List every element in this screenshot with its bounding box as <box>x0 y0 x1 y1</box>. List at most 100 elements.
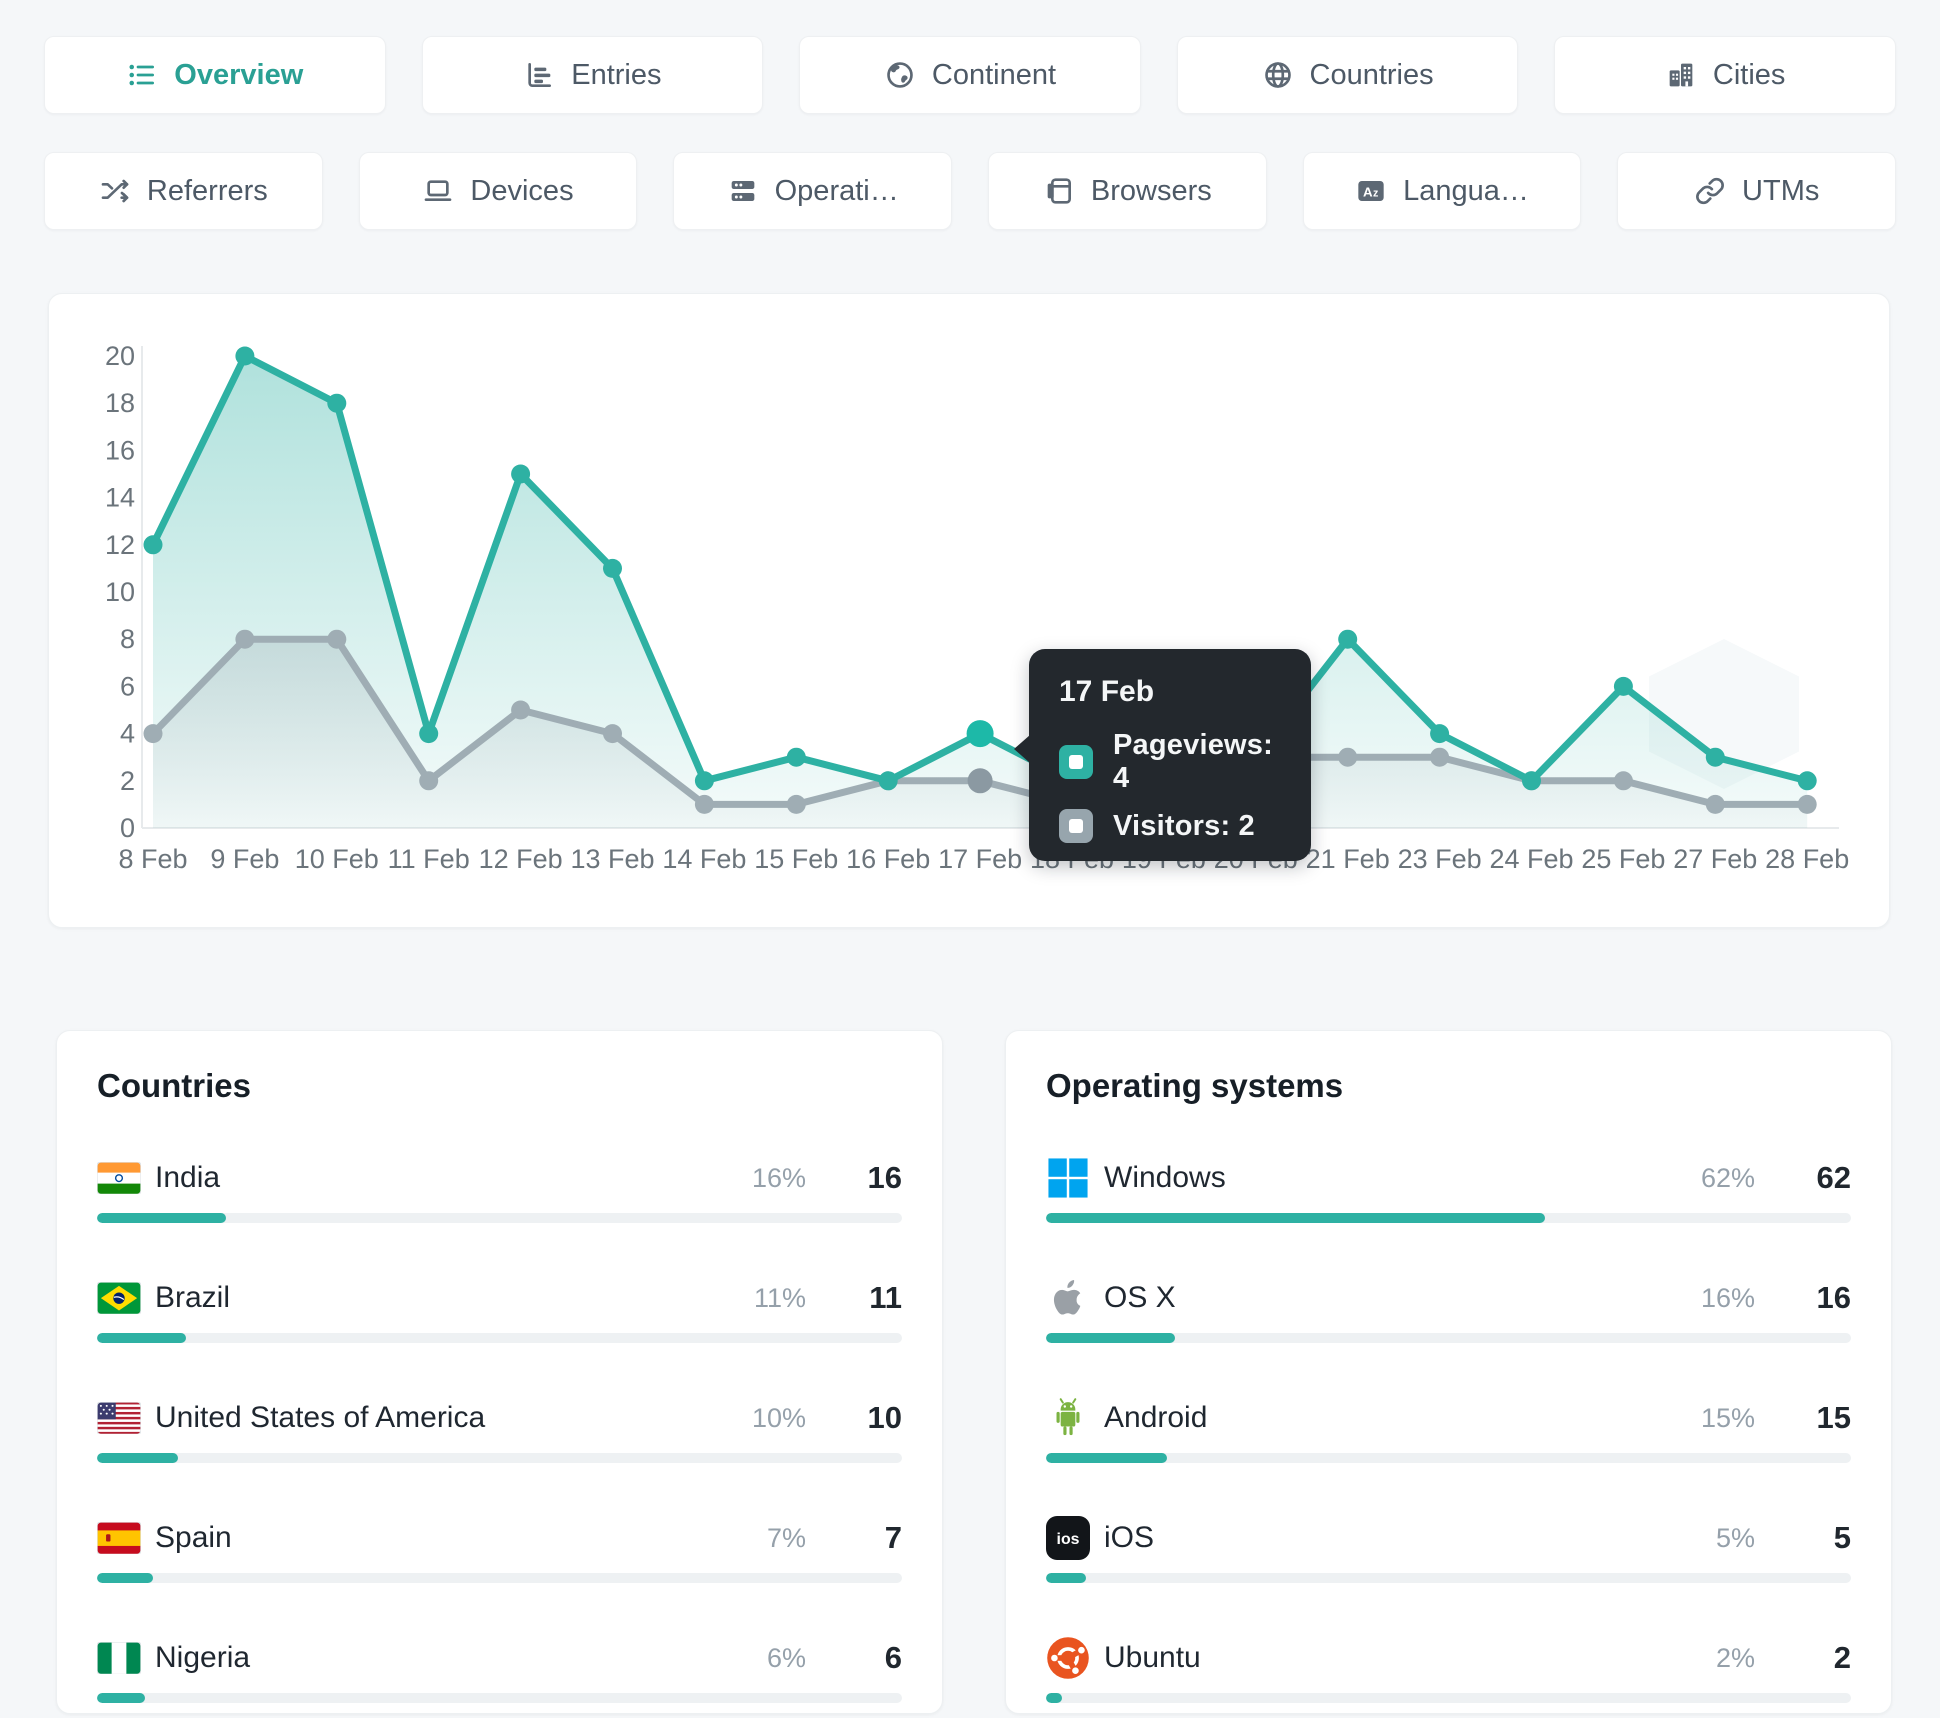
ubuntu-logo-icon <box>1046 1637 1090 1679</box>
row-value: 16 <box>867 1160 902 1195</box>
pageviews-point[interactable] <box>966 720 994 748</box>
apple-logo-icon <box>1046 1280 1090 1316</box>
tooltip-row: Pageviews: 4 <box>1059 729 1281 795</box>
tab-operati[interactable]: Operati… <box>673 152 953 230</box>
visitors-point[interactable] <box>511 700 531 720</box>
chart-tooltip: 17 Feb Pageviews: 4 Visitors: 2 <box>1014 649 1311 861</box>
row-value: 5 <box>1833 1520 1851 1555</box>
row-percent: 16% <box>1700 1282 1755 1313</box>
tooltip-row-label: Visitors: 2 <box>1113 809 1255 842</box>
pageviews-point[interactable] <box>786 747 806 767</box>
stat-row-os-x[interactable]: OS X 16% 16 <box>1046 1275 1851 1343</box>
shuffle-icon <box>99 175 131 207</box>
pageviews-point[interactable] <box>143 535 163 555</box>
svg-text:A: A <box>1363 184 1373 199</box>
stat-row-india[interactable]: India 16% 16 <box>97 1155 902 1223</box>
translate-icon: Az <box>1355 175 1387 207</box>
laptop-icon <box>422 175 454 207</box>
tab-label: Entries <box>571 58 662 91</box>
stat-row-android[interactable]: Android 15% 15 <box>1046 1395 1851 1463</box>
y-axis-tick: 18 <box>105 388 135 418</box>
visitors-point[interactable] <box>235 629 255 649</box>
visitors-point[interactable] <box>143 724 163 744</box>
tab-browsers[interactable]: Browsers <box>988 152 1267 230</box>
pageviews-point[interactable] <box>1430 724 1450 744</box>
visitors-point[interactable] <box>1430 747 1450 767</box>
tab-label: Browsers <box>1090 174 1212 207</box>
stat-row-nigeria[interactable]: Nigeria 6% 6 <box>97 1635 902 1703</box>
pageviews-point[interactable] <box>327 393 347 413</box>
progress-fill <box>1046 1213 1546 1223</box>
globe-land-icon <box>884 59 916 91</box>
x-axis-label: 28 Feb <box>1765 844 1849 874</box>
pageviews-point[interactable] <box>1338 629 1358 649</box>
tab-referrers[interactable]: Referrers <box>44 152 323 230</box>
row-percent: 6% <box>766 1642 806 1673</box>
visitors-point[interactable] <box>603 724 622 744</box>
tab-continent[interactable]: Continent <box>799 36 1141 114</box>
traffic-chart-card: 0 2 4 6 8 10 12 14 16 18 20 8 Feb 9 Feb 10 Feb 11 Feb 1… <box>48 293 1890 928</box>
tab-cities[interactable]: Cities <box>1554 36 1896 114</box>
y-axis-tick: 14 <box>105 483 135 513</box>
progress-track <box>1046 1213 1851 1223</box>
windows-logo-icon <box>1046 1158 1090 1198</box>
tab-countries[interactable]: Countries <box>1176 36 1519 114</box>
tab-label: Langua… <box>1403 174 1529 207</box>
row-value: 6 <box>884 1640 902 1675</box>
tab-devices[interactable]: Devices <box>358 152 638 230</box>
svg-text:z: z <box>1373 188 1378 200</box>
stat-row-ubuntu[interactable]: Ubuntu 2% 2 <box>1046 1635 1851 1703</box>
visitors-point[interactable] <box>1338 747 1358 767</box>
tab-langua[interactable]: Az Langua… <box>1302 152 1582 230</box>
progress-track <box>97 1573 902 1583</box>
x-axis-label: 13 Feb <box>570 844 654 874</box>
bar-chart-icon <box>523 59 555 91</box>
visitors-point[interactable] <box>1797 794 1817 814</box>
pageviews-point[interactable] <box>419 724 439 744</box>
row-value: 16 <box>1816 1280 1851 1315</box>
flag-nigeria-icon <box>97 1640 141 1676</box>
row-name: OS X <box>1104 1281 1176 1314</box>
browser-window-icon <box>1043 175 1075 207</box>
tab-utms[interactable]: UTMs <box>1617 152 1897 230</box>
stat-row-ios[interactable]: ios iOS 5% 5 <box>1046 1515 1851 1583</box>
row-value: 62 <box>1816 1160 1851 1195</box>
y-axis-tick: 8 <box>120 624 135 654</box>
flag-india-icon <box>97 1160 141 1196</box>
visitors-point[interactable] <box>1613 771 1633 791</box>
y-axis-tick: 10 <box>105 577 135 607</box>
pageviews-point[interactable] <box>235 346 255 366</box>
pageviews-point[interactable] <box>603 558 622 578</box>
row-percent: 62% <box>1700 1162 1755 1193</box>
progress-fill <box>1046 1333 1175 1343</box>
tab-overview[interactable]: Overview <box>44 36 386 114</box>
pageviews-point[interactable] <box>1522 771 1541 791</box>
pageviews-point[interactable] <box>1797 771 1817 791</box>
stat-row-windows[interactable]: Windows 62% 62 <box>1046 1155 1851 1223</box>
visitors-point[interactable] <box>1705 794 1725 814</box>
y-axis-tick: 6 <box>120 671 135 701</box>
pageviews-point[interactable] <box>1705 747 1725 767</box>
pageviews-point[interactable] <box>1613 676 1633 696</box>
tab-entries[interactable]: Entries <box>421 36 764 114</box>
visitors-point[interactable] <box>327 629 347 649</box>
visitors-point[interactable] <box>967 768 993 794</box>
x-axis-label: 10 Feb <box>295 844 379 874</box>
x-axis-label: 25 Feb <box>1581 844 1665 874</box>
pageviews-point[interactable] <box>511 464 531 484</box>
traffic-area-chart[interactable]: 0 2 4 6 8 10 12 14 16 18 20 8 Feb 9 Feb 10 Feb 11 Feb 1… <box>49 294 1889 932</box>
pageviews-point[interactable] <box>878 771 898 791</box>
y-axis-tick: 0 <box>120 813 135 843</box>
visitors-point[interactable] <box>419 771 439 791</box>
pageviews-point[interactable] <box>694 771 714 791</box>
x-axis-label: 27 Feb <box>1673 844 1757 874</box>
visitors-point[interactable] <box>786 794 806 814</box>
stat-row-united-states-of-america[interactable]: United States of America 10% 10 <box>97 1395 902 1463</box>
tab-label: Continent <box>931 58 1057 91</box>
progress-fill <box>97 1213 226 1223</box>
visitors-point[interactable] <box>694 794 714 814</box>
progress-track <box>97 1453 902 1463</box>
stat-row-spain[interactable]: Spain 7% 7 <box>97 1515 902 1583</box>
stat-row-brazil[interactable]: Brazil 11% 11 <box>97 1275 902 1343</box>
x-axis-label: 16 Feb <box>846 844 930 874</box>
